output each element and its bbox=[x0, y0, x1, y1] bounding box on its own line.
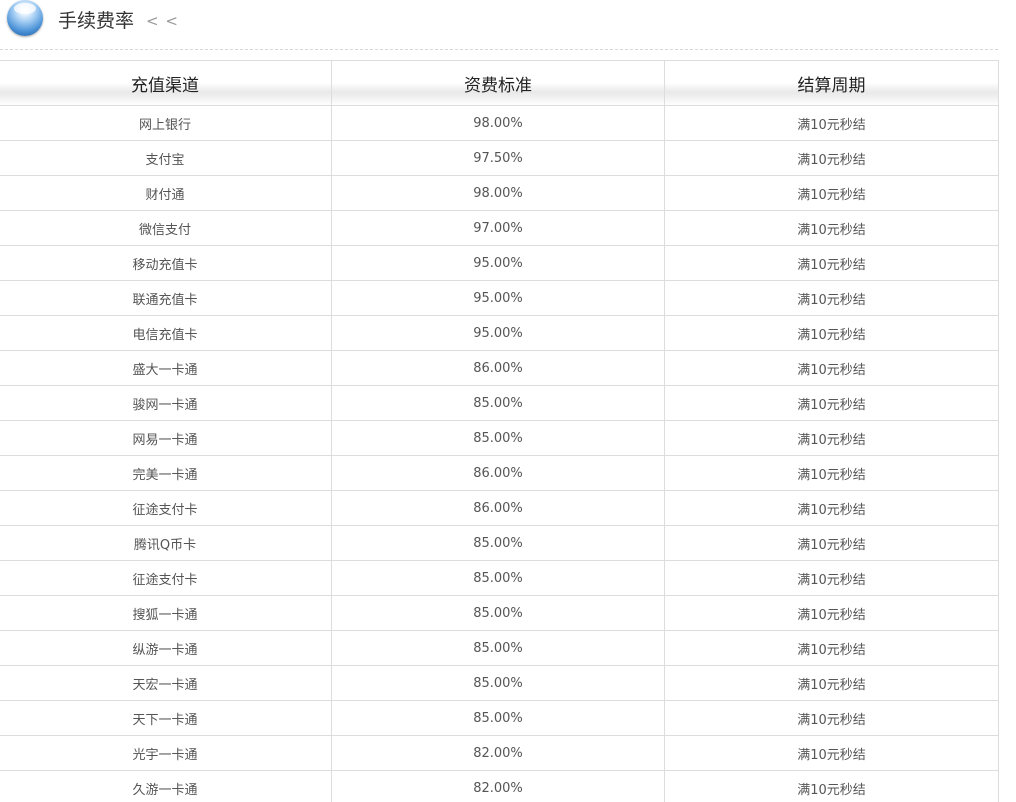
channel-cell: 网易一卡通 bbox=[0, 420, 332, 456]
channel-cell: 久游一卡通 bbox=[0, 770, 332, 802]
dashed-divider bbox=[0, 49, 998, 50]
table-row: 天宏一卡通 85.00% 满10元秒结 bbox=[0, 665, 999, 701]
rate-cell: 97.00% bbox=[331, 210, 665, 246]
table-row: 电信充值卡 95.00% 满10元秒结 bbox=[0, 315, 999, 351]
settlement-cell: 满10元秒结 bbox=[664, 175, 999, 211]
back-arrows-link[interactable]: < < bbox=[146, 10, 179, 32]
settlement-cell: 满10元秒结 bbox=[664, 490, 999, 526]
rate-cell: 82.00% bbox=[331, 770, 665, 802]
rate-cell: 85.00% bbox=[331, 385, 665, 421]
table-row: 久游一卡通 82.00% 满10元秒结 bbox=[0, 770, 999, 802]
rate-cell: 85.00% bbox=[331, 560, 665, 596]
table-row: 联通充值卡 95.00% 满10元秒结 bbox=[0, 280, 999, 316]
channel-cell: 腾讯Q币卡 bbox=[0, 525, 332, 561]
table-row: 光宇一卡通 82.00% 满10元秒结 bbox=[0, 735, 999, 771]
settlement-cell: 满10元秒结 bbox=[664, 525, 999, 561]
fee-rate-table: 充值渠道 资费标准 结算周期 网上银行 98.00% 满10元秒结 支付宝 97… bbox=[0, 60, 999, 802]
table-row: 征途支付卡 85.00% 满10元秒结 bbox=[0, 560, 999, 596]
rate-cell: 97.50% bbox=[331, 140, 665, 176]
rate-cell: 95.00% bbox=[331, 245, 665, 281]
table-row: 天下一卡通 85.00% 满10元秒结 bbox=[0, 700, 999, 736]
rate-cell: 95.00% bbox=[331, 280, 665, 316]
settlement-cell: 满10元秒结 bbox=[664, 735, 999, 771]
rate-cell: 85.00% bbox=[331, 595, 665, 631]
rate-cell: 85.00% bbox=[331, 420, 665, 456]
rate-cell: 95.00% bbox=[331, 315, 665, 351]
table-row: 网易一卡通 85.00% 满10元秒结 bbox=[0, 420, 999, 456]
channel-cell: 骏网一卡通 bbox=[0, 385, 332, 421]
settlement-cell: 满10元秒结 bbox=[664, 595, 999, 631]
channel-cell: 电信充值卡 bbox=[0, 315, 332, 351]
settlement-cell: 满10元秒结 bbox=[664, 770, 999, 802]
channel-cell: 天下一卡通 bbox=[0, 700, 332, 736]
page-title: 手续费率 bbox=[58, 10, 135, 32]
settlement-cell: 满10元秒结 bbox=[664, 280, 999, 316]
rate-cell: 98.00% bbox=[331, 175, 665, 211]
channel-cell: 搜狐一卡通 bbox=[0, 595, 332, 631]
channel-cell: 联通充值卡 bbox=[0, 280, 332, 316]
table-row: 盛大一卡通 86.00% 满10元秒结 bbox=[0, 350, 999, 386]
settlement-cell: 满10元秒结 bbox=[664, 560, 999, 596]
settlement-cell: 满10元秒结 bbox=[664, 455, 999, 491]
column-header-settlement: 结算周期 bbox=[664, 60, 999, 106]
table-row: 完美一卡通 86.00% 满10元秒结 bbox=[0, 455, 999, 491]
channel-cell: 微信支付 bbox=[0, 210, 332, 246]
settlement-cell: 满10元秒结 bbox=[664, 140, 999, 176]
table-row: 征途支付卡 86.00% 满10元秒结 bbox=[0, 490, 999, 526]
rate-cell: 85.00% bbox=[331, 665, 665, 701]
channel-cell: 天宏一卡通 bbox=[0, 665, 332, 701]
blue-orb-icon bbox=[7, 0, 43, 36]
settlement-cell: 满10元秒结 bbox=[664, 350, 999, 386]
table-row: 财付通 98.00% 满10元秒结 bbox=[0, 175, 999, 211]
rate-cell: 85.00% bbox=[331, 700, 665, 736]
table-row: 搜狐一卡通 85.00% 满10元秒结 bbox=[0, 595, 999, 631]
table-row: 网上银行 98.00% 满10元秒结 bbox=[0, 105, 999, 141]
settlement-cell: 满10元秒结 bbox=[664, 630, 999, 666]
channel-cell: 征途支付卡 bbox=[0, 560, 332, 596]
channel-cell: 移动充值卡 bbox=[0, 245, 332, 281]
rate-cell: 85.00% bbox=[331, 630, 665, 666]
channel-cell: 盛大一卡通 bbox=[0, 350, 332, 386]
table-row: 微信支付 97.00% 满10元秒结 bbox=[0, 210, 999, 246]
rate-cell: 82.00% bbox=[331, 735, 665, 771]
settlement-cell: 满10元秒结 bbox=[664, 315, 999, 351]
settlement-cell: 满10元秒结 bbox=[664, 700, 999, 736]
channel-cell: 纵游一卡通 bbox=[0, 630, 332, 666]
channel-cell: 征途支付卡 bbox=[0, 490, 332, 526]
table-row: 腾讯Q币卡 85.00% 满10元秒结 bbox=[0, 525, 999, 561]
channel-cell: 完美一卡通 bbox=[0, 455, 332, 491]
settlement-cell: 满10元秒结 bbox=[664, 105, 999, 141]
rate-cell: 86.00% bbox=[331, 350, 665, 386]
settlement-cell: 满10元秒结 bbox=[664, 210, 999, 246]
rate-cell: 85.00% bbox=[331, 525, 665, 561]
channel-cell: 光宇一卡通 bbox=[0, 735, 332, 771]
channel-cell: 支付宝 bbox=[0, 140, 332, 176]
table-row: 骏网一卡通 85.00% 满10元秒结 bbox=[0, 385, 999, 421]
column-header-channel: 充值渠道 bbox=[0, 60, 332, 106]
settlement-cell: 满10元秒结 bbox=[664, 245, 999, 281]
column-header-rate: 资费标准 bbox=[331, 60, 665, 106]
channel-cell: 财付通 bbox=[0, 175, 332, 211]
rate-cell: 86.00% bbox=[331, 490, 665, 526]
channel-cell: 网上银行 bbox=[0, 105, 332, 141]
fee-rate-page: 手续费率 < < 充值渠道 资费标准 结算周期 网上银行 98.00% 满10元… bbox=[0, 0, 1016, 802]
table-row: 移动充值卡 95.00% 满10元秒结 bbox=[0, 245, 999, 281]
settlement-cell: 满10元秒结 bbox=[664, 665, 999, 701]
table-row: 支付宝 97.50% 满10元秒结 bbox=[0, 140, 999, 176]
table-row: 纵游一卡通 85.00% 满10元秒结 bbox=[0, 630, 999, 666]
table-header-row: 充值渠道 资费标准 结算周期 bbox=[0, 60, 999, 106]
settlement-cell: 满10元秒结 bbox=[664, 420, 999, 456]
rate-cell: 86.00% bbox=[331, 455, 665, 491]
rate-cell: 98.00% bbox=[331, 105, 665, 141]
section-header: 手续费率 < < bbox=[0, 0, 1016, 48]
settlement-cell: 满10元秒结 bbox=[664, 385, 999, 421]
